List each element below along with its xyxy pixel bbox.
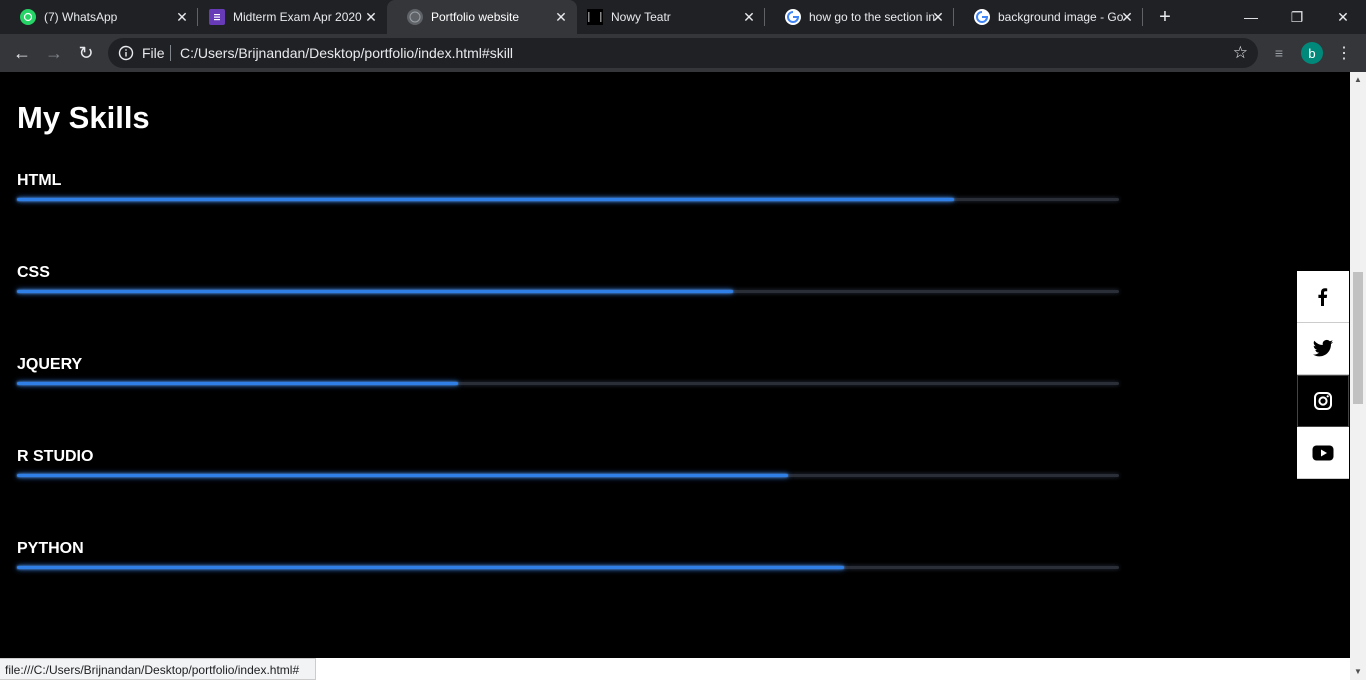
tab-background-image[interactable]: background image - Go ✕ xyxy=(954,0,1143,34)
skill-track xyxy=(17,474,1119,477)
tab-strip: (7) WhatsApp ✕ Midterm Exam Apr 2020 ✕ P… xyxy=(0,0,1366,34)
tab-nowy-teatr[interactable]: Nowy Teatr ✕ xyxy=(577,0,765,34)
facebook-link[interactable] xyxy=(1297,271,1349,323)
tab-title: Nowy Teatr xyxy=(611,10,671,24)
scheme-label: File xyxy=(142,45,165,61)
close-window-button[interactable]: ✕ xyxy=(1320,0,1366,34)
omnibox-divider xyxy=(170,45,171,61)
close-tab-icon[interactable]: ✕ xyxy=(553,9,569,25)
restore-button[interactable]: ❐ xyxy=(1274,0,1320,34)
close-tab-icon[interactable]: ✕ xyxy=(741,9,757,25)
nowy-teatr-icon xyxy=(587,9,603,25)
skill-jquery: JQUERY xyxy=(17,356,1119,385)
status-url-bubble: file:///C:/Users/Brijnandan/Desktop/port… xyxy=(0,658,316,680)
tab-midterm[interactable]: Midterm Exam Apr 2020 ✕ xyxy=(189,0,387,34)
page-bottom-strip xyxy=(316,658,1350,680)
tab-title: how go to the section in xyxy=(809,10,936,24)
twitter-icon xyxy=(1312,339,1334,356)
close-tab-icon[interactable]: ✕ xyxy=(363,9,379,25)
url-text[interactable]: C:/Users/Brijnandan/Desktop/portfolio/in… xyxy=(180,45,513,61)
skill-progress xyxy=(17,566,844,569)
skill-r-studio: R STUDIO xyxy=(17,448,1119,477)
skill-label: CSS xyxy=(17,264,50,281)
media-controls-icon[interactable]: ≡ xyxy=(1265,39,1293,67)
reload-button[interactable]: ↻ xyxy=(72,39,100,67)
minimize-button[interactable]: — xyxy=(1228,0,1274,34)
skill-track xyxy=(17,566,1119,569)
page-title: My Skills xyxy=(17,100,150,135)
tab-portfolio[interactable]: Portfolio website ✕ xyxy=(387,0,577,34)
back-button[interactable]: ← xyxy=(8,39,36,67)
social-sidebar xyxy=(1297,271,1349,479)
instagram-link[interactable] xyxy=(1297,375,1349,427)
page-content: My Skills HTML CSS JQUERY R STUDIO PYTHO… xyxy=(0,72,1350,680)
forward-button[interactable]: → xyxy=(40,39,68,67)
youtube-link[interactable] xyxy=(1297,427,1349,479)
skill-html: HTML xyxy=(17,172,1119,201)
youtube-icon xyxy=(1312,445,1334,460)
info-icon[interactable] xyxy=(118,45,134,61)
profile-avatar[interactable]: b xyxy=(1301,42,1323,64)
skill-label: R STUDIO xyxy=(17,448,94,465)
skill-label: HTML xyxy=(17,172,62,189)
address-bar[interactable]: File C:/Users/Brijnandan/Desktop/portfol… xyxy=(108,38,1258,68)
whatsapp-icon xyxy=(20,9,36,25)
skill-python: PYTHON xyxy=(17,540,1119,569)
tab-divider xyxy=(1142,8,1143,26)
scroll-up-arrow-icon[interactable]: ▲ xyxy=(1350,72,1366,88)
skill-label: JQUERY xyxy=(17,356,83,373)
tab-how-go-section[interactable]: how go to the section in ✕ xyxy=(765,0,954,34)
google-icon xyxy=(785,9,801,25)
close-tab-icon[interactable]: ✕ xyxy=(930,9,946,25)
instagram-icon xyxy=(1314,392,1332,410)
tab-title: background image - Go xyxy=(998,10,1124,24)
skill-track xyxy=(17,198,1119,201)
skill-label: PYTHON xyxy=(17,540,84,557)
skill-css: CSS xyxy=(17,264,1119,293)
google-icon xyxy=(974,9,990,25)
new-tab-button[interactable]: + xyxy=(1145,0,1185,34)
menu-kebab-icon[interactable]: ⋮ xyxy=(1330,39,1358,67)
tab-title: Midterm Exam Apr 2020 xyxy=(233,10,362,24)
bookmark-star-icon[interactable]: ☆ xyxy=(1233,43,1248,63)
tab-title: (7) WhatsApp xyxy=(44,10,118,24)
vertical-scrollbar[interactable]: ▲ ▼ xyxy=(1350,72,1366,680)
scroll-down-arrow-icon[interactable]: ▼ xyxy=(1350,664,1366,680)
tab-whatsapp[interactable]: (7) WhatsApp ✕ xyxy=(0,0,198,34)
close-tab-icon[interactable]: ✕ xyxy=(1119,9,1135,25)
scrollbar-thumb[interactable] xyxy=(1353,272,1363,404)
close-tab-icon[interactable]: ✕ xyxy=(174,9,190,25)
skill-track xyxy=(17,382,1119,385)
browser-toolbar: ← → ↻ File C:/Users/Brijnandan/Desktop/p… xyxy=(0,34,1366,72)
twitter-link[interactable] xyxy=(1297,323,1349,375)
skill-progress xyxy=(17,382,458,385)
skill-track xyxy=(17,290,1119,293)
forms-icon xyxy=(209,9,225,25)
skill-progress xyxy=(17,198,954,201)
skill-progress xyxy=(17,474,789,477)
tab-title: Portfolio website xyxy=(431,10,520,24)
skill-progress xyxy=(17,290,734,293)
facebook-icon xyxy=(1318,287,1328,306)
globe-icon xyxy=(407,9,423,25)
